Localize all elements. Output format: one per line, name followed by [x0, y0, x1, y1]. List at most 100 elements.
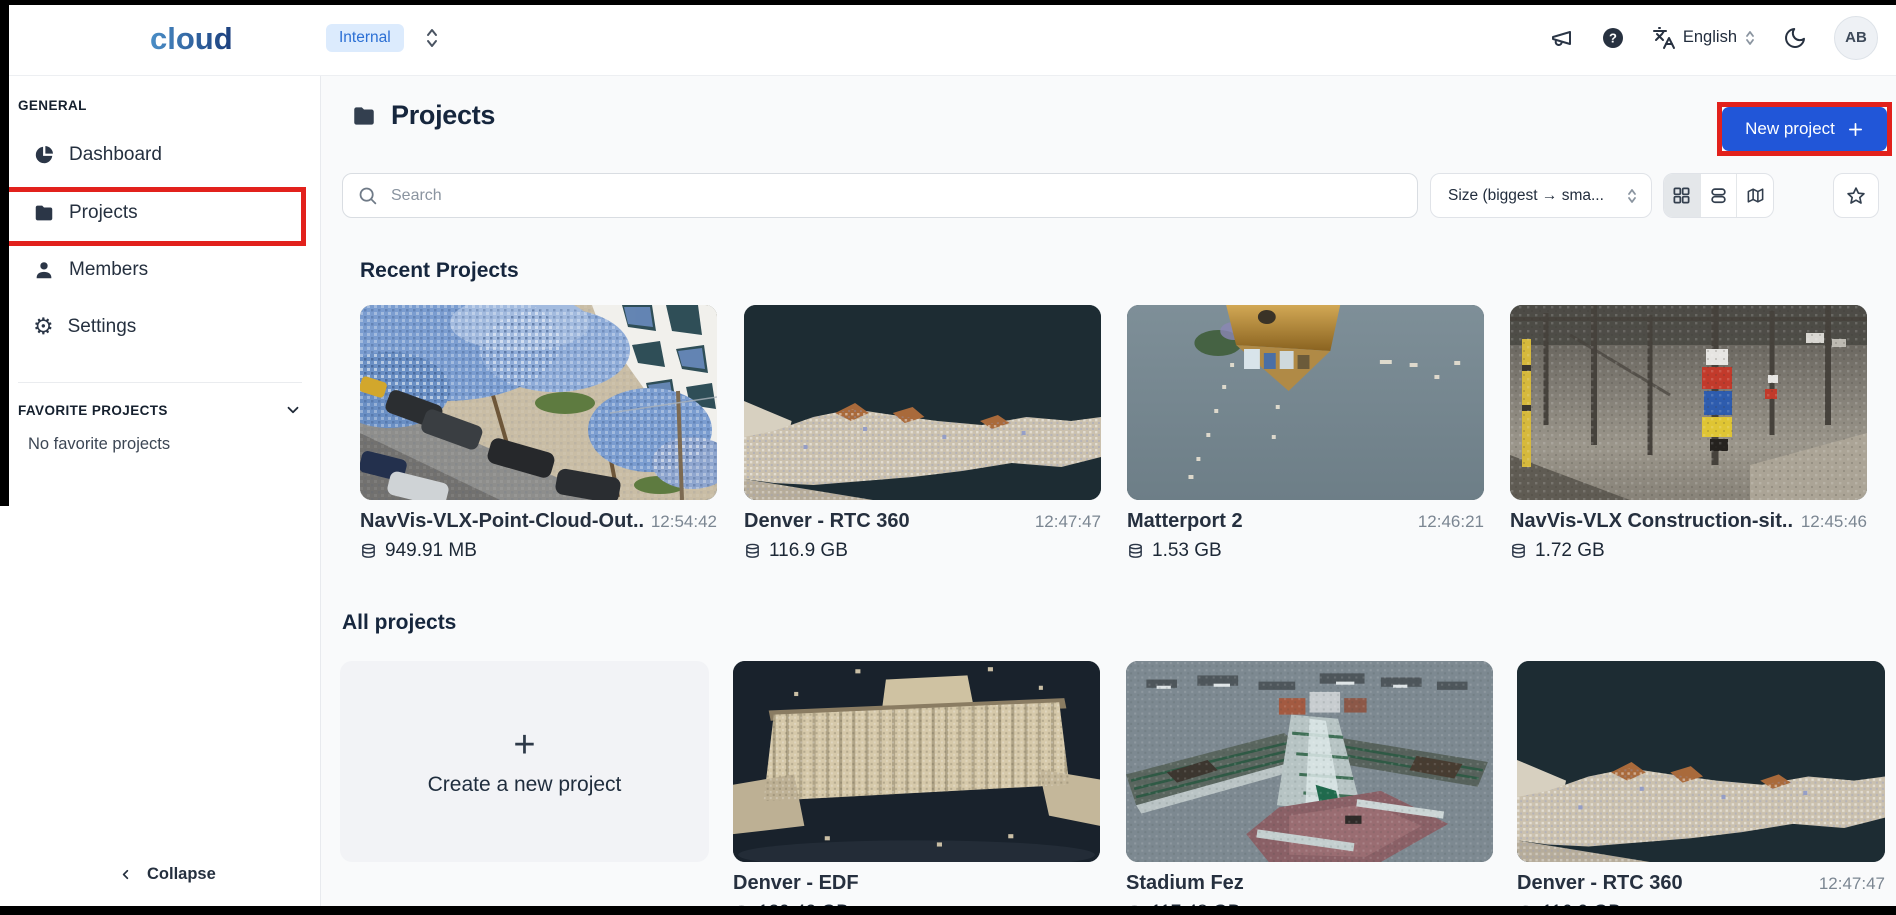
collapse-label: Collapse: [147, 865, 216, 884]
project-name: Denver - RTC 360: [1517, 872, 1683, 895]
project-name: Denver - RTC 360: [744, 510, 910, 533]
chevron-left-icon: [118, 867, 133, 882]
cloud-logo[interactable]: cloud: [150, 16, 240, 60]
favorites-empty-text: No favorite projects: [28, 435, 170, 454]
project-size: 116.9 GB: [769, 540, 848, 562]
project-name: NavVis-VLX-Point-Cloud-Out...: [360, 510, 643, 533]
chevron-updown-icon: [1744, 28, 1756, 48]
translate-icon: [1652, 26, 1676, 50]
sort-dropdown[interactable]: Size (biggest → sma...: [1430, 173, 1652, 218]
favorite-projects-label: FAVORITE PROJECTS: [18, 403, 168, 418]
screen-edge: [0, 906, 1896, 915]
search-input[interactable]: [342, 173, 1418, 218]
sidebar-item-dashboard[interactable]: Dashboard: [0, 131, 333, 179]
workspace-badge[interactable]: Internal: [326, 24, 404, 52]
svg-text:cloud: cloud: [150, 21, 233, 56]
plus-icon: [1847, 121, 1864, 138]
database-icon: [1127, 542, 1144, 561]
avatar[interactable]: AB: [1834, 16, 1878, 60]
project-card[interactable]: Stadium Fez 117.48 GB: [1126, 661, 1493, 915]
all-projects-heading: All projects: [342, 611, 456, 635]
screen-edge: [0, 0, 1896, 5]
sidebar-divider: [18, 382, 302, 383]
project-size: 1.53 GB: [1152, 540, 1222, 562]
announcements-icon[interactable]: [1550, 26, 1574, 50]
project-card[interactable]: Denver - RTC 360 12:47:47 116.9 GB: [744, 305, 1101, 562]
project-size: 949.91 MB: [385, 540, 477, 562]
project-time: 12:47:47: [1035, 512, 1101, 532]
collapse-sidebar-button[interactable]: Collapse: [118, 865, 216, 884]
sidebar: GENERAL Dashboard Projects Members ⚙ Set…: [0, 75, 321, 915]
project-card[interactable]: NavVis-VLX Construction-sit... 12:45:46 …: [1510, 305, 1867, 562]
sidebar-item-members[interactable]: Members: [0, 246, 333, 294]
project-size: 1.72 GB: [1535, 540, 1605, 562]
create-project-label: Create a new project: [428, 773, 622, 797]
grid-view-icon: [1672, 186, 1691, 205]
project-thumbnail[interactable]: [1127, 305, 1484, 500]
chevron-updown-icon: [1626, 186, 1638, 206]
sidebar-item-settings[interactable]: ⚙ Settings: [0, 303, 333, 351]
language-label: English: [1683, 28, 1737, 47]
person-icon: [33, 259, 55, 281]
recent-projects-heading: Recent Projects: [360, 259, 519, 283]
project-card[interactable]: Denver - RTC 360 12:47:47 116.9 GB: [1517, 661, 1885, 915]
new-project-button[interactable]: New project: [1722, 107, 1887, 151]
workspace-selector-icon[interactable]: [424, 26, 440, 50]
database-icon: [360, 542, 377, 561]
main-content: Projects New project Size (biggest → sma…: [321, 75, 1896, 915]
project-name: Matterport 2: [1127, 510, 1243, 533]
plus-icon: +: [513, 727, 535, 763]
project-time: 12:46:21: [1418, 512, 1484, 532]
create-new-project-card[interactable]: + Create a new project: [340, 661, 709, 862]
chevron-down-icon: [284, 401, 302, 419]
project-name: Stadium Fez: [1126, 872, 1244, 895]
folder-icon: [33, 202, 55, 224]
map-view-icon: [1746, 186, 1765, 205]
search-icon: [357, 185, 378, 211]
app-window: cloud Internal ?: [0, 0, 1896, 915]
page-title: Projects: [391, 100, 495, 131]
screen-edge: [0, 0, 9, 506]
svg-text:?: ?: [1609, 30, 1617, 45]
project-time: 12:54:42: [651, 512, 717, 532]
help-icon[interactable]: ?: [1601, 26, 1625, 50]
gear-icon: ⚙: [33, 316, 54, 338]
view-toggle: [1663, 173, 1774, 218]
sort-selected-value: Size (biggest → sma...: [1448, 187, 1604, 205]
sidebar-section-general: GENERAL: [18, 98, 87, 113]
project-thumbnail[interactable]: [1517, 661, 1885, 862]
project-thumbnail[interactable]: [360, 305, 717, 500]
favorites-filter-button[interactable]: [1833, 173, 1879, 218]
database-icon: [1510, 542, 1527, 561]
project-thumbnail[interactable]: [1510, 305, 1867, 500]
annotation-highlight-new-project: New project: [1717, 102, 1892, 156]
list-view-button[interactable]: [1700, 174, 1737, 217]
dark-mode-icon[interactable]: [1783, 26, 1807, 50]
project-time: 12:47:47: [1819, 874, 1885, 894]
project-thumbnail[interactable]: [733, 661, 1100, 862]
sidebar-item-label: Settings: [68, 316, 137, 338]
top-bar: cloud Internal ?: [0, 0, 1896, 76]
sidebar-item-label: Dashboard: [69, 144, 162, 166]
project-card[interactable]: NavVis-VLX-Point-Cloud-Out... 12:54:42 9…: [360, 305, 717, 562]
search-box: [342, 173, 1418, 218]
star-icon: [1846, 186, 1866, 206]
list-view-icon: [1709, 186, 1728, 205]
grid-view-button[interactable]: [1664, 174, 1700, 217]
project-card[interactable]: Matterport 2 12:46:21 1.53 GB: [1127, 305, 1484, 562]
sidebar-item-label: Members: [69, 259, 148, 281]
language-selector[interactable]: English: [1652, 26, 1756, 50]
project-name: NavVis-VLX Construction-sit...: [1510, 510, 1793, 533]
folder-icon: [350, 103, 378, 129]
project-name: Denver - EDF: [733, 872, 859, 895]
favorite-projects-header[interactable]: FAVORITE PROJECTS: [18, 401, 302, 419]
sidebar-item-projects[interactable]: Projects: [0, 189, 333, 237]
sidebar-item-label: Projects: [69, 202, 138, 224]
pie-chart-icon: [33, 144, 55, 166]
project-time: 12:45:46: [1801, 512, 1867, 532]
map-view-button[interactable]: [1736, 174, 1773, 217]
project-card[interactable]: Denver - EDF 139.42 GB: [733, 661, 1100, 915]
project-thumbnail[interactable]: [744, 305, 1101, 500]
database-icon: [744, 542, 761, 561]
project-thumbnail[interactable]: [1126, 661, 1493, 862]
